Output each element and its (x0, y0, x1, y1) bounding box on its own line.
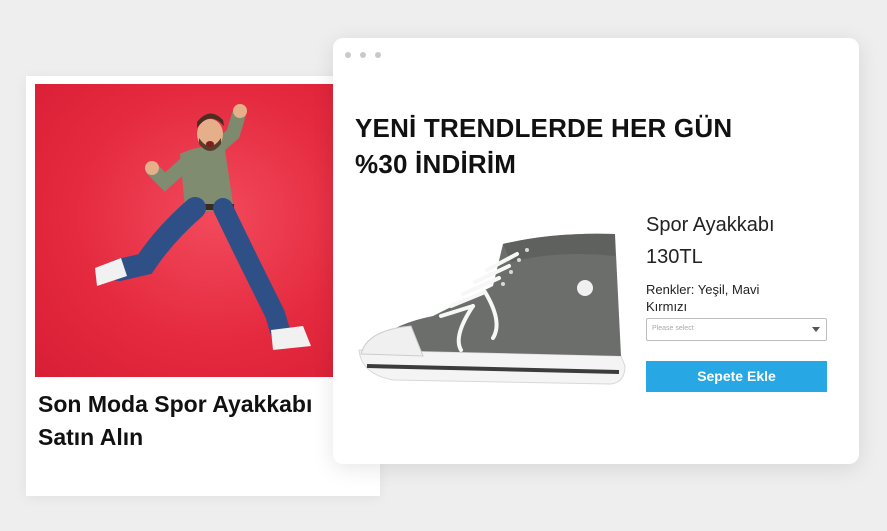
window-controls (345, 52, 381, 58)
chevron-down-icon (812, 327, 820, 332)
window-dot-close[interactable] (345, 52, 351, 58)
product-image[interactable] (353, 226, 633, 406)
product-price: 130TL (646, 246, 703, 268)
browser-window: YENİ TRENDLERDE HER GÜN %30 İNDİRİM Spor… (333, 38, 859, 464)
headline: YENİ TRENDLERDE HER GÜN %30 İNDİRİM (355, 110, 795, 182)
jumping-man-photo (35, 84, 334, 377)
promo-title-line1: Son Moda Spor Ayakkabı (38, 391, 313, 417)
window-dot-minimize[interactable] (360, 52, 366, 58)
color-select[interactable]: Please select (646, 318, 827, 341)
promo-card: Son Moda Spor Ayakkabı Satın Alın (26, 76, 380, 496)
product-name: Spor Ayakkabı (646, 214, 775, 236)
promo-title-line2: Satın Alın (38, 424, 144, 450)
headline-line2: %30 İNDİRİM (355, 149, 517, 179)
add-to-cart-button[interactable]: Sepete Ekle (646, 361, 827, 392)
window-dot-maximize[interactable] (375, 52, 381, 58)
product-colors-line2: Kırmızı (646, 299, 688, 314)
promo-title: Son Moda Spor Ayakkabı Satın Alın (38, 388, 368, 454)
product-colors-line1: Renkler: Yeşil, Mavi (646, 282, 760, 297)
headline-line1: YENİ TRENDLERDE HER GÜN (355, 113, 733, 143)
color-select-placeholder: Please select (652, 325, 694, 332)
product-colors: Renkler: Yeşil, Mavi Kırmızı (646, 281, 806, 315)
